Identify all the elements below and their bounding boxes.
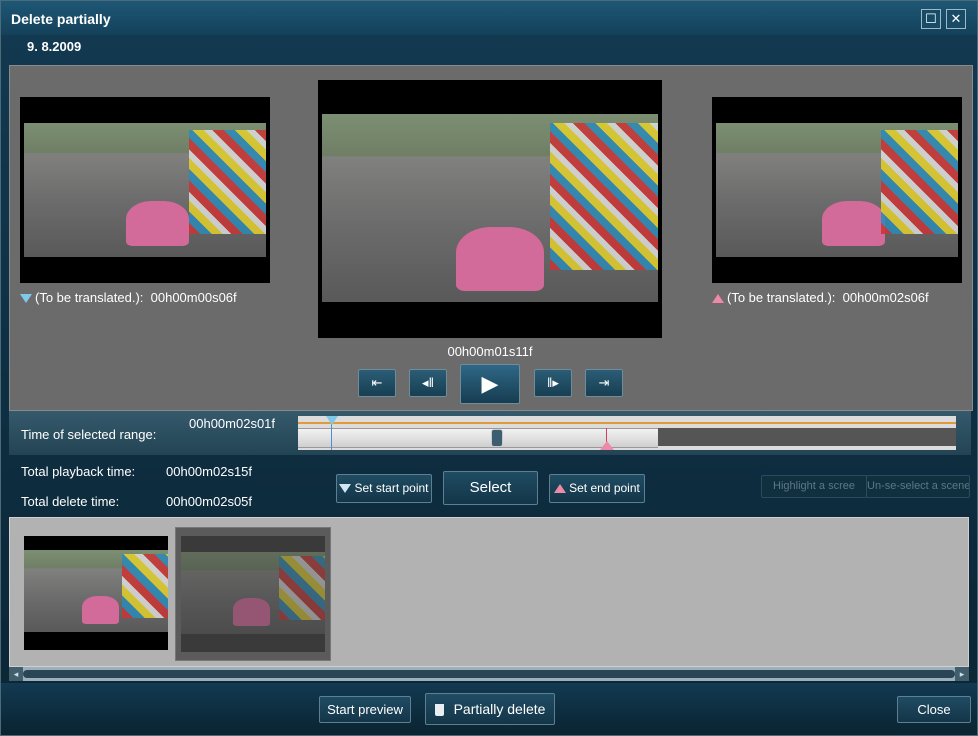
start-point-time: 00h00m00s06f xyxy=(150,290,237,305)
scene-filmstrip xyxy=(9,517,969,667)
selected-range-value: 00h00m02s01f xyxy=(189,416,276,431)
end-point-info: (To be translated.): 00h00m02s06f xyxy=(712,290,929,305)
start-marker-icon xyxy=(20,294,32,304)
close-window-button[interactable]: ✕ xyxy=(946,9,966,29)
start-point-info: (To be translated.): 00h00m00s06f xyxy=(20,290,237,305)
scrollbar-thumb[interactable] xyxy=(23,670,955,678)
end-point-time: 00h00m02s06f xyxy=(842,290,929,305)
trash-icon xyxy=(434,704,444,717)
close-button[interactable]: Close xyxy=(897,696,971,723)
unselected-range xyxy=(658,428,956,446)
go-to-end-button[interactable]: ⇥ xyxy=(585,369,623,397)
total-delete-value: 00h00m02s05f xyxy=(166,494,253,509)
selected-range-label: Time of selected range: xyxy=(21,427,157,442)
range-bar: Time of selected range: 00h00m02s01f xyxy=(9,411,971,455)
preview-area: (To be translated.): 00h00m00s06f 00h00m… xyxy=(9,65,973,411)
unselect-scene-button[interactable]: Un-se-select a scene xyxy=(866,475,970,498)
filmstrip-scrollbar[interactable]: ◂ ▸ xyxy=(9,667,969,681)
end-frame-image xyxy=(716,123,958,257)
start-marker-icon xyxy=(339,484,352,494)
start-point-label: (To be translated.): xyxy=(35,290,144,305)
start-frame-image xyxy=(24,123,266,257)
end-marker-icon xyxy=(554,484,567,494)
delete-partially-window: Delete partially ☐ ✕ 9. 8.2009 (To be tr… xyxy=(0,0,978,736)
progress-line xyxy=(298,422,956,424)
set-start-point-label: Set start point xyxy=(354,481,429,495)
set-end-point-label: Set end point xyxy=(569,481,640,495)
total-playback-label: Total playback time: xyxy=(21,464,136,479)
previous-frame-button[interactable]: ◂‖ xyxy=(409,369,447,397)
title-bar: Delete partially ☐ ✕ xyxy=(1,1,977,35)
partially-delete-label: Partially delete xyxy=(453,701,546,717)
total-delete-label: Total delete time: xyxy=(21,494,120,509)
scene-thumbnail-frame xyxy=(181,536,325,652)
timeline-track[interactable] xyxy=(298,416,956,450)
current-time: 00h00m01s11f xyxy=(447,344,533,359)
go-to-start-button[interactable]: ⇤ xyxy=(358,369,396,397)
partially-delete-button[interactable]: Partially delete xyxy=(425,693,555,725)
scroll-left-icon[interactable]: ◂ xyxy=(9,667,23,681)
scene-thumbnail-image xyxy=(181,552,325,634)
start-point-handle[interactable] xyxy=(326,416,338,425)
maximize-button[interactable]: ☐ xyxy=(921,9,941,29)
current-frame-image xyxy=(322,114,658,302)
total-playback-value: 00h00m02s15f xyxy=(166,464,253,479)
scene-thumbnail-image xyxy=(24,550,168,632)
start-preview-button[interactable]: Start preview xyxy=(319,696,411,723)
window-title: Delete partially xyxy=(11,11,111,27)
next-frame-button[interactable]: ‖▸ xyxy=(534,369,572,397)
end-marker-icon xyxy=(712,294,724,304)
play-button[interactable]: ▶ xyxy=(460,364,520,404)
select-button[interactable]: Select xyxy=(443,471,538,505)
recording-date: 9. 8.2009 xyxy=(27,39,82,54)
playhead-handle[interactable] xyxy=(491,429,503,447)
highlight-scene-button[interactable]: Highlight a scree xyxy=(761,475,867,498)
start-frame xyxy=(20,97,270,283)
scene-thumbnail[interactable] xyxy=(24,536,168,650)
end-frame xyxy=(712,97,962,283)
set-end-point-button[interactable]: Set end point xyxy=(549,474,645,503)
scene-thumbnail-selected[interactable] xyxy=(175,527,331,661)
end-point-handle[interactable] xyxy=(600,441,614,450)
scroll-right-icon[interactable]: ▸ xyxy=(955,667,969,681)
set-start-point-button[interactable]: Set start point xyxy=(336,474,432,503)
footer-bar: Start preview Partially delete Close xyxy=(1,683,977,735)
current-frame xyxy=(318,80,662,338)
end-point-label: (To be translated.): xyxy=(727,290,836,305)
